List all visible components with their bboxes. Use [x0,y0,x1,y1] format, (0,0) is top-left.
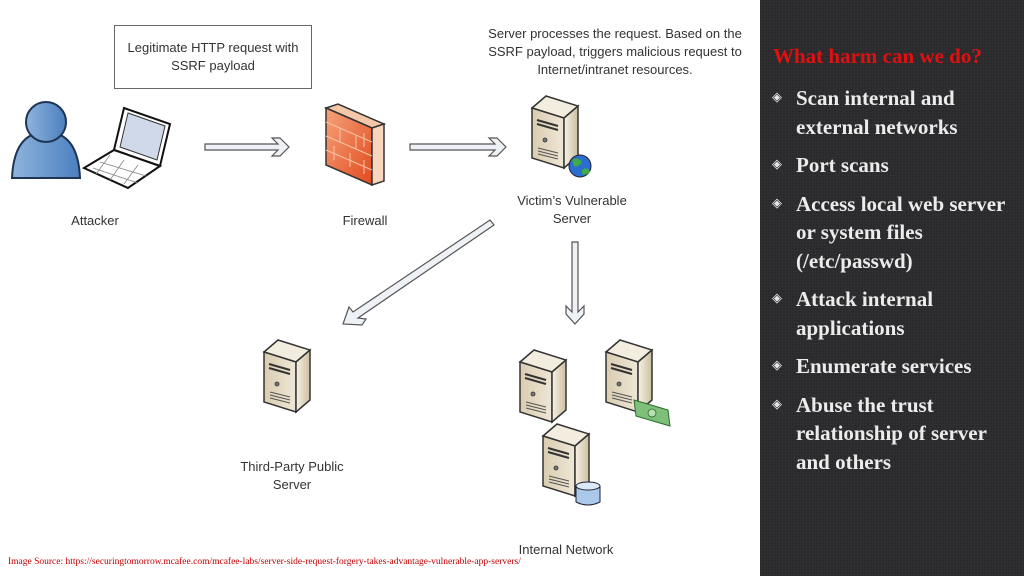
diamond-bullet-icon: ◈ [772,90,782,105]
globe-icon [568,154,592,178]
image-source-citation: Image Source: https://securingtomorrow.m… [8,557,521,567]
diamond-bullet-icon: ◈ [772,157,782,172]
arrow-server-to-internal [565,241,585,325]
diamond-bullet-icon: ◈ [772,291,782,306]
diagram-graphics [10,95,671,506]
diamond-bullet-icon: ◈ [772,195,782,211]
internal-server-1-icon [519,349,567,423]
attacker-label: Attacker [71,213,119,228]
database-icon [575,481,601,506]
arrow-firewall-to-server [409,137,507,157]
victim-server-icon [531,95,592,178]
third-party-server-icon [263,339,311,413]
list-item: ◈ Enumerate services [772,354,972,378]
panel-title: What harm can we do? [773,44,982,68]
internal-server-2-icon [605,339,671,427]
ssrf-diagram: Legitimate HTTP request with SSRF payloa… [0,0,760,576]
attacker-icon [10,101,82,179]
arrow-attacker-to-firewall [204,137,290,157]
diamond-bullet-icon: ◈ [772,358,782,373]
harm-list: ◈ Scan internal and external networks ◈ Po… [772,84,1024,486]
money-icon [633,399,671,427]
list-item: ◈ Scan internal and external networks [772,86,958,139]
diamond-bullet-icon: ◈ [772,396,782,412]
list-item: ◈ Abuse the trust relationship of server … [772,392,987,474]
arrow-server-to-third-party [342,219,495,326]
list-item: ◈ Attack internal applications [772,287,934,340]
harm-panel: What harm can we do? ◈ Scan internal and … [760,0,1024,576]
internal-server-3-icon [542,423,601,506]
list-item: ◈ Access local web server or system files… [772,191,1005,273]
firewall-icon [323,103,387,187]
third-party-server-label: Third-Party Public Server [240,459,344,492]
list-item: ◈ Port scans [772,153,889,177]
laptop-icon [81,106,172,190]
victim-server-label: Victim’s Vulnerable Server [517,193,627,226]
firewall-label: Firewall [342,213,388,228]
